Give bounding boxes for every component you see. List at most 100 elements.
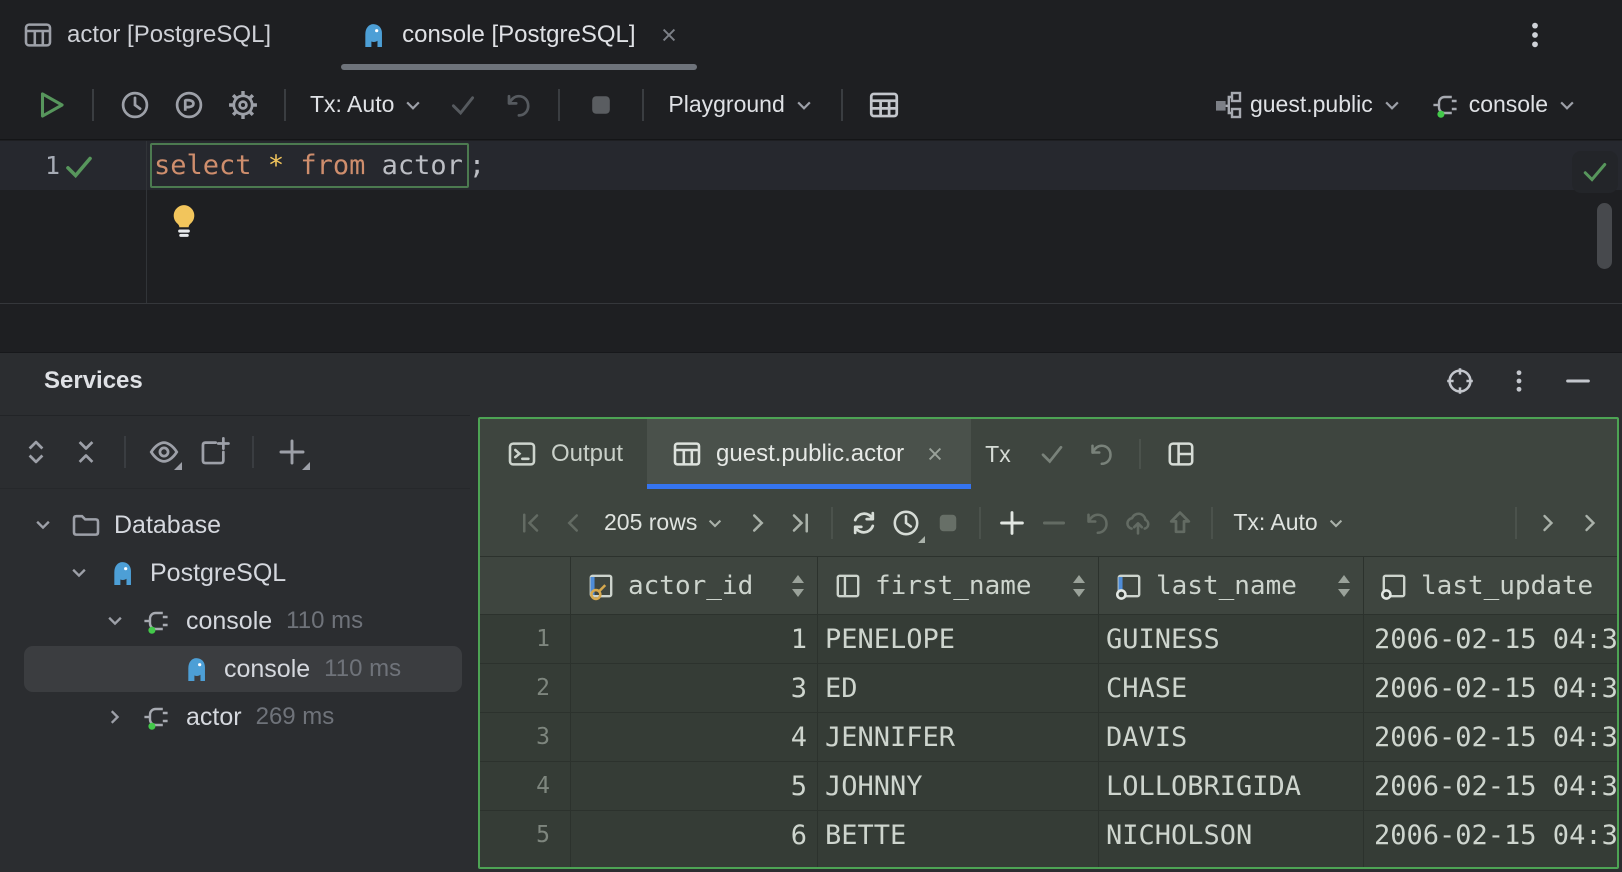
rollback-icon[interactable] [1085,439,1115,469]
chevron-down-icon[interactable] [102,608,128,634]
panel-options-icon[interactable] [1504,366,1534,396]
revert-changes-button[interactable] [1075,501,1117,545]
cell-actor-id[interactable]: 6 [570,811,807,859]
tx-mode-dropdown[interactable]: Tx: Auto [304,82,432,128]
tab-console-postgresql[interactable]: console [PostgreSQL] [335,0,702,70]
cell-last-name[interactable]: CHASE [1106,664,1356,712]
sort-arrows-icon[interactable] [1072,575,1086,597]
previous-page-button[interactable] [552,501,594,545]
cell-last-update[interactable]: 2006-02-15 04:3 [1374,762,1617,810]
submit-button[interactable] [1159,501,1201,545]
cell-last-name[interactable]: DAVIS [1106,713,1356,761]
rollback-button[interactable] [494,82,540,128]
cell-actor-id[interactable]: 3 [570,664,807,712]
parameters-button[interactable] [166,82,212,128]
tree-item-console-file-selected[interactable]: console 110 ms [0,645,470,693]
cell-last-update[interactable]: 2006-02-15 04:3 [1374,811,1617,859]
services-header[interactable]: Services [0,353,1622,409]
column-header-last-name[interactable]: last_name [1098,557,1363,615]
table-row[interactable]: 4 5 JOHNNY LOLLOBRIGIDA 2006-02-15 04:3 [480,762,1617,811]
page-size-dropdown[interactable]: 205 rows [594,501,737,545]
playground-dropdown[interactable]: Playground [662,82,822,128]
commit-icon[interactable] [1037,439,1067,469]
intention-bulb-icon[interactable] [166,201,202,241]
schema-selector-dropdown[interactable]: guest.public [1206,82,1411,128]
commit-button[interactable] [440,82,486,128]
tab-output[interactable]: Output [482,419,647,489]
view-options-button[interactable] [142,430,186,474]
last-page-button[interactable] [779,501,821,545]
cell-first-name[interactable]: JOHNNY [825,762,1090,810]
grid-tx-mode-dropdown[interactable]: Tx: Auto [1223,501,1357,545]
tree-item-console-session[interactable]: console 110 ms [0,597,470,645]
row-count-label: 205 rows [604,509,698,535]
refresh-button[interactable] [843,501,885,545]
tab-guest-public-actor[interactable]: guest.public.actor [647,419,972,489]
column-header-first-name[interactable]: first_name [817,557,1098,615]
history-button[interactable] [112,82,158,128]
locate-target-icon[interactable] [1444,365,1476,397]
view-as-table-button[interactable] [861,82,907,128]
sort-arrows-icon[interactable] [791,575,805,597]
code-line[interactable]: select * from actor; [150,141,485,190]
tab-actor-postgresql[interactable]: actor [PostgreSQL] [0,0,293,70]
folder-icon [70,509,102,541]
column-header-last-update[interactable]: last_update [1363,557,1617,615]
cell-first-name[interactable]: PENELOPE [825,615,1090,663]
tx-dropdown[interactable]: Tx [985,441,1019,468]
chevron-down-icon[interactable] [30,512,56,538]
table-row[interactable]: 2 3 ED CHASE 2006-02-15 04:3 [480,664,1617,713]
first-page-button[interactable] [510,501,552,545]
divider [1138,439,1141,469]
close-icon[interactable] [923,442,947,466]
hide-panel-icon[interactable] [1562,365,1594,397]
divider [1515,506,1517,539]
cell-last-name[interactable]: LOLLOBRIGIDA [1106,762,1356,810]
close-icon[interactable] [657,23,681,47]
tree-item-database[interactable]: Database [0,501,470,549]
cell-actor-id[interactable]: 5 [570,762,807,810]
query-history-button[interactable] [885,501,927,545]
add-row-button[interactable] [991,501,1033,545]
chevron-right-icon[interactable] [102,704,128,730]
tree-item-postgresql[interactable]: PostgreSQL [0,549,470,597]
table-row[interactable]: 1 1 PENELOPE GUINESS 2006-02-15 04:3 [480,615,1617,664]
delete-row-button[interactable] [1033,501,1075,545]
cell-last-name[interactable]: GUINESS [1106,615,1356,663]
cell-actor-id[interactable]: 1 [570,615,807,663]
settings-gear-button[interactable] [220,82,266,128]
session-selector-dropdown[interactable]: console [1425,82,1586,128]
statement-executed-check-icon[interactable] [62,150,96,184]
cell-last-update[interactable]: 2006-02-15 04:3 [1374,664,1617,712]
schema-label: guest.public [1249,91,1373,117]
cell-last-update[interactable]: 2006-02-15 04:3 [1374,713,1617,761]
column-header-actor-id[interactable]: actor_id [570,557,817,615]
next-page-button[interactable] [737,501,779,545]
add-service-button[interactable] [270,430,314,474]
sql-editor[interactable]: 1 select * from actor; [0,141,1622,303]
cell-first-name[interactable]: JENNIFER [825,713,1090,761]
cell-first-name[interactable]: ED [825,664,1090,712]
table-row[interactable]: 3 4 JENNIFER DAVIS 2006-02-15 04:3 [480,713,1617,762]
cell-last-name[interactable]: NICHOLSON [1106,811,1356,859]
editor-scrollbar[interactable] [1597,203,1612,269]
sort-arrows-icon[interactable] [1337,575,1351,597]
cell-actor-id[interactable]: 4 [570,713,807,761]
cell-first-name[interactable]: BETTE [825,811,1090,859]
chevron-down-icon[interactable] [66,560,92,586]
stop-button[interactable] [927,501,969,545]
tree-item-actor-session[interactable]: actor 269 ms [0,693,470,741]
expand-all-button[interactable] [14,430,58,474]
table-row[interactable]: 5 6 BETTE NICHOLSON 2006-02-15 04:3 [480,811,1617,860]
toolbar-more-chevron[interactable] [1569,501,1611,545]
split-view-icon[interactable] [1165,438,1197,470]
stop-button[interactable] [578,82,624,128]
more-options-icon[interactable] [1518,18,1552,52]
inspection-status-widget[interactable] [1572,151,1618,193]
upload-to-database-button[interactable] [1117,501,1159,545]
collapse-all-button[interactable] [64,430,108,474]
toolbar-overflow-chevron[interactable] [1527,501,1569,545]
run-button[interactable] [28,82,74,128]
new-console-button[interactable] [192,430,236,474]
cell-last-update[interactable]: 2006-02-15 04:3 [1374,615,1617,663]
